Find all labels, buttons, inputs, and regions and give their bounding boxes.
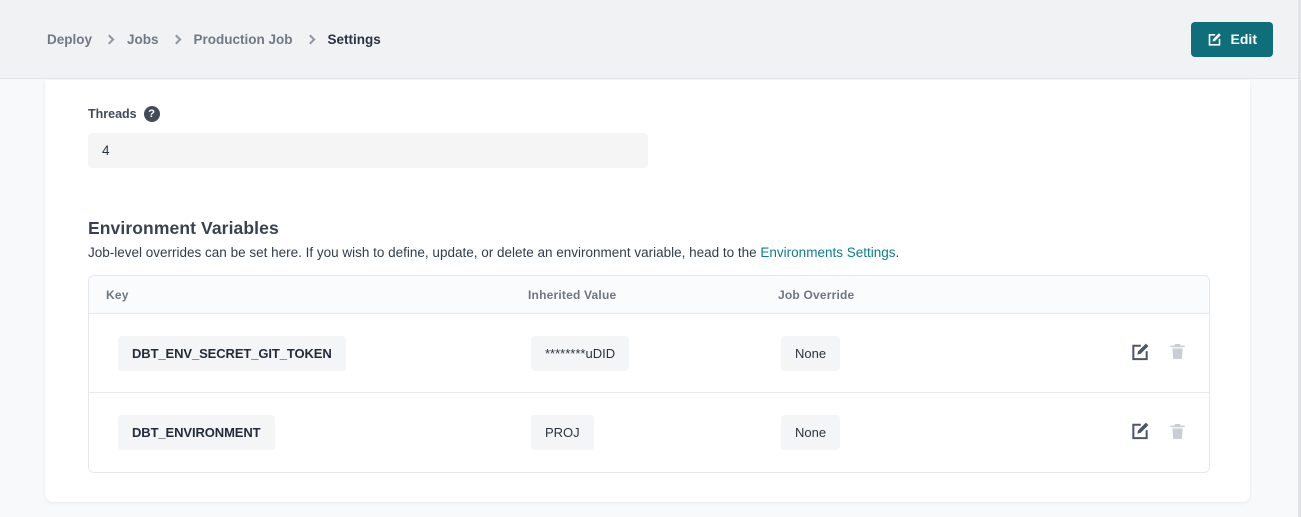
column-header-job-override: Job Override	[761, 276, 1011, 314]
env-var-key: DBT_ENV_SECRET_GIT_TOKEN	[118, 336, 346, 371]
breadcrumb-item-jobs[interactable]: Jobs	[127, 32, 159, 47]
row-delete-icon[interactable]	[1168, 342, 1187, 364]
breadcrumb-item-deploy[interactable]: Deploy	[47, 32, 92, 47]
chevron-right-icon	[305, 35, 315, 45]
env-vars-description-period: .	[896, 245, 900, 260]
env-var-inherited-value: PROJ	[531, 415, 594, 450]
env-vars-table: Key Inherited Value Job Override DBT_ENV…	[88, 275, 1210, 473]
help-icon[interactable]	[144, 106, 160, 122]
chevron-right-icon	[171, 35, 181, 45]
column-header-actions	[1011, 276, 1209, 314]
settings-card: Threads Environment Variables Job-level …	[45, 80, 1250, 502]
env-vars-description: Job-level overrides can be set here. If …	[88, 245, 1208, 260]
top-bar: Deploy Jobs Production Job Settings Edit	[0, 0, 1301, 79]
column-header-key: Key	[89, 276, 511, 314]
threads-input[interactable]	[88, 133, 648, 168]
threads-field-label-row: Threads	[88, 106, 1208, 122]
breadcrumb: Deploy Jobs Production Job Settings	[47, 32, 381, 47]
threads-label: Threads	[88, 107, 137, 121]
row-edit-icon[interactable]	[1130, 421, 1150, 444]
breadcrumb-item-settings: Settings	[328, 32, 381, 47]
breadcrumb-item-production-job[interactable]: Production Job	[194, 32, 293, 47]
row-edit-icon[interactable]	[1130, 342, 1150, 365]
edit-pencil-icon	[1207, 32, 1222, 47]
env-var-key: DBT_ENVIRONMENT	[118, 415, 275, 450]
env-var-job-override: None	[781, 336, 840, 371]
table-row: DBT_ENV_SECRET_GIT_TOKEN ********uDID No…	[89, 314, 1209, 393]
edit-button[interactable]: Edit	[1191, 22, 1273, 57]
chevron-right-icon	[105, 35, 115, 45]
column-header-inherited-value: Inherited Value	[511, 276, 761, 314]
row-delete-icon[interactable]	[1168, 422, 1187, 444]
env-vars-title: Environment Variables	[88, 218, 1208, 239]
env-vars-description-text: Job-level overrides can be set here. If …	[88, 245, 760, 260]
environments-settings-link[interactable]: Environments Settings	[760, 245, 895, 260]
edit-button-label: Edit	[1231, 31, 1257, 47]
page: Deploy Jobs Production Job Settings Edit…	[0, 0, 1301, 517]
table-header-row: Key Inherited Value Job Override	[89, 276, 1209, 314]
env-var-job-override: None	[781, 415, 840, 450]
env-var-inherited-value: ********uDID	[531, 336, 629, 371]
table-row: DBT_ENVIRONMENT PROJ None	[89, 393, 1209, 472]
